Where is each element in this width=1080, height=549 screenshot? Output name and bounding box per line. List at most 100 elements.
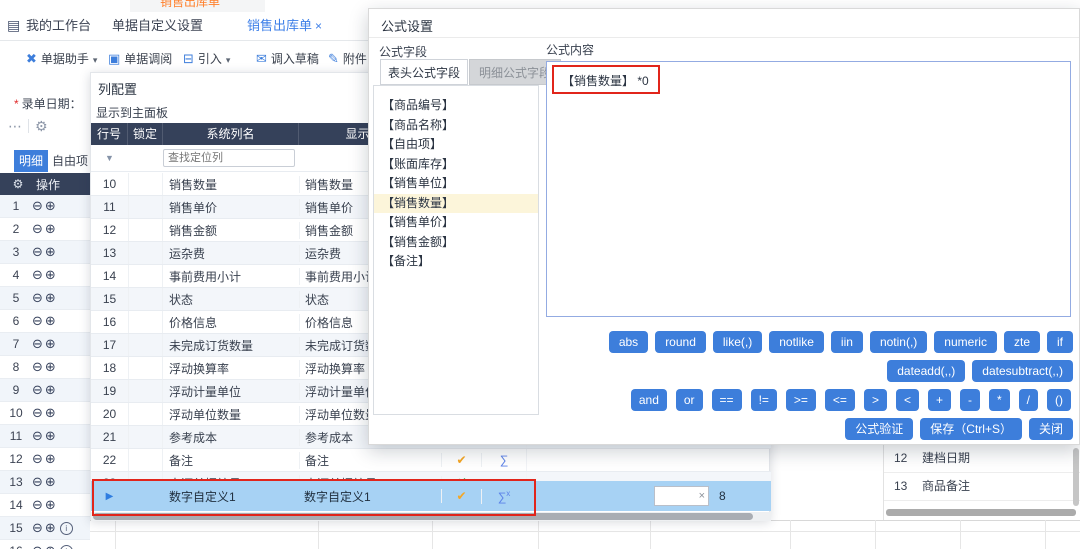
ellipsis-icon[interactable]: ⋯	[8, 118, 22, 134]
formula-button--[interactable]: <=	[824, 389, 855, 411]
table-row[interactable]: 8 ⊖ ⊕	[0, 356, 90, 379]
formula-button-and[interactable]: and	[630, 389, 667, 411]
formula-button-abs[interactable]: abs	[608, 331, 649, 353]
remove-row-icon[interactable]: ⊖	[32, 244, 43, 260]
right-panel-hscrollbar[interactable]	[886, 509, 1076, 516]
horizontal-scrollbar[interactable]	[91, 512, 771, 521]
sum-formula-icon[interactable]: ∑x	[498, 489, 511, 504]
clear-input-icon[interactable]: ×	[699, 490, 705, 502]
filter-funnel-icon[interactable]: ▼	[91, 153, 128, 163]
formula-button--[interactable]: 关闭	[1028, 418, 1073, 440]
add-row-icon[interactable]: ⊕	[45, 313, 56, 329]
table-row[interactable]: 12 ⊖ ⊕	[0, 448, 90, 471]
table-row[interactable]: 14 ⊖ ⊕	[0, 494, 90, 517]
scrollbar-thumb[interactable]	[93, 513, 753, 520]
selected-column-row[interactable]: ▶ 数字自定义1 数字自定义1 ✔ ∑x × 8	[91, 481, 771, 511]
formula-button--[interactable]: >=	[785, 389, 816, 411]
formula-button-if[interactable]: if	[1047, 331, 1073, 353]
add-row-icon[interactable]: ⊕	[45, 336, 56, 352]
remove-row-icon[interactable]: ⊖	[32, 428, 43, 444]
list-item[interactable]: 12 建档日期	[884, 445, 1080, 473]
info-icon[interactable]: i	[59, 544, 73, 549]
remove-row-icon[interactable]: ⊖	[32, 221, 43, 237]
nav-tab-workbench[interactable]: 我的工作台	[26, 12, 91, 40]
tab-free-items[interactable]: 自由项	[48, 150, 92, 172]
table-row[interactable]: 11 ⊖ ⊕	[0, 425, 90, 448]
formula-button-notlike[interactable]: notlike	[769, 331, 824, 353]
remove-row-icon[interactable]: ⊖	[32, 451, 43, 467]
list-item[interactable]: 13 商品备注	[884, 473, 1080, 501]
toolbar-item-1[interactable]: ✖ 单据助手 ▾	[26, 45, 97, 73]
formula-button--[interactable]: !=	[750, 389, 777, 411]
toolbar-item-5[interactable]: ✎ 附件	[328, 45, 367, 73]
add-row-icon[interactable]: ⊕	[45, 474, 56, 490]
formula-field-item[interactable]: 【账面库存】	[374, 155, 538, 175]
table-row[interactable]: 4 ⊖ ⊕	[0, 264, 90, 287]
formula-button-dateadd-[interactable]: dateadd(,,)	[887, 360, 966, 382]
formula-button--[interactable]: <	[895, 389, 919, 411]
table-row[interactable]: 10 ⊖ ⊕	[0, 402, 90, 425]
formula-button--[interactable]: ==	[711, 389, 742, 411]
remove-row-icon[interactable]: ⊖	[32, 497, 43, 513]
add-row-icon[interactable]: ⊕	[45, 244, 56, 260]
formula-button--[interactable]: *	[988, 389, 1010, 411]
table-row[interactable]: 1 ⊖ ⊕	[0, 195, 90, 218]
tab-detail[interactable]: 明细	[14, 150, 48, 172]
grid-gear-icon[interactable]: ⚙	[0, 177, 36, 191]
nav-tab-doc-custom-settings[interactable]: 单据自定义设置	[112, 12, 203, 40]
toolbar-item-2[interactable]: ▣ 单据调阅	[108, 45, 172, 73]
add-row-icon[interactable]: ⊕	[45, 428, 56, 444]
formula-field-item[interactable]: 【销售金额】	[374, 233, 538, 253]
remove-row-icon[interactable]: ⊖	[32, 520, 43, 536]
formula-button-round[interactable]: round	[655, 331, 706, 353]
formula-field-item[interactable]: 【备注】	[374, 252, 538, 272]
formula-button-or[interactable]: or	[675, 389, 703, 411]
info-icon[interactable]: i	[59, 521, 73, 535]
right-panel-vscrollbar[interactable]	[1073, 448, 1079, 506]
remove-row-icon[interactable]: ⊖	[32, 198, 43, 214]
table-row[interactable]: 7 ⊖ ⊕	[0, 333, 90, 356]
add-row-icon[interactable]: ⊕	[45, 520, 56, 536]
formula-button-notin-[interactable]: notin(,)	[869, 331, 928, 353]
add-row-icon[interactable]: ⊕	[45, 359, 56, 375]
formula-button--[interactable]: ()	[1047, 389, 1071, 411]
formula-button-iin[interactable]: iin	[830, 331, 863, 353]
table-row[interactable]: 9 ⊖ ⊕	[0, 379, 90, 402]
add-row-icon[interactable]: ⊕	[45, 497, 56, 513]
add-row-icon[interactable]: ⊕	[45, 198, 56, 214]
add-row-icon[interactable]: ⊕	[45, 543, 56, 549]
remove-row-icon[interactable]: ⊖	[32, 382, 43, 398]
toolbar-item-4[interactable]: ✉ 调入草稿	[256, 45, 319, 73]
table-row[interactable]: 3 ⊖ ⊕	[0, 241, 90, 264]
formula-content-box[interactable]: 【销售数量】 *0	[546, 61, 1071, 317]
toolbar-item-3[interactable]: ⊟ 引入 ▾	[183, 45, 230, 73]
gear-icon[interactable]: ⚙	[35, 118, 48, 134]
decimal-input[interactable]: ×	[654, 486, 709, 506]
formula-button-zte[interactable]: zte	[1003, 331, 1040, 353]
add-row-icon[interactable]: ⊕	[45, 290, 56, 306]
formula-field-item[interactable]: 【销售单位】	[374, 174, 538, 194]
table-row[interactable]: 15 ⊖ ⊕ i	[0, 517, 90, 540]
formula-button--[interactable]: +	[927, 389, 951, 411]
add-row-icon[interactable]: ⊕	[45, 405, 56, 421]
column-config-row[interactable]: 22 备注 备注 ✔ ∑	[91, 449, 771, 472]
add-row-icon[interactable]: ⊕	[45, 382, 56, 398]
table-row[interactable]: 13 ⊖ ⊕	[0, 471, 90, 494]
table-row[interactable]: 6 ⊖ ⊕	[0, 310, 90, 333]
formula-button--[interactable]: 公式验证	[845, 418, 914, 440]
table-row[interactable]: 5 ⊖ ⊕	[0, 287, 90, 310]
formula-field-item[interactable]: 【商品编号】	[374, 96, 538, 116]
add-row-icon[interactable]: ⊕	[45, 221, 56, 237]
formula-field-item[interactable]: 【商品名称】	[374, 116, 538, 136]
formula-field-item[interactable]: 【销售数量】	[374, 193, 538, 213]
remove-row-icon[interactable]: ⊖	[32, 405, 43, 421]
sum-formula-icon[interactable]: ∑	[500, 453, 509, 467]
add-row-icon[interactable]: ⊕	[45, 267, 56, 283]
remove-row-icon[interactable]: ⊖	[32, 543, 43, 549]
table-row[interactable]: 16⊖⊕i	[0, 540, 90, 549]
remove-row-icon[interactable]: ⊖	[32, 313, 43, 329]
column-search-input[interactable]	[163, 149, 295, 167]
remove-row-icon[interactable]: ⊖	[32, 359, 43, 375]
tab-header-formula-fields[interactable]: 表头公式字段	[380, 59, 468, 85]
remove-row-icon[interactable]: ⊖	[32, 290, 43, 306]
